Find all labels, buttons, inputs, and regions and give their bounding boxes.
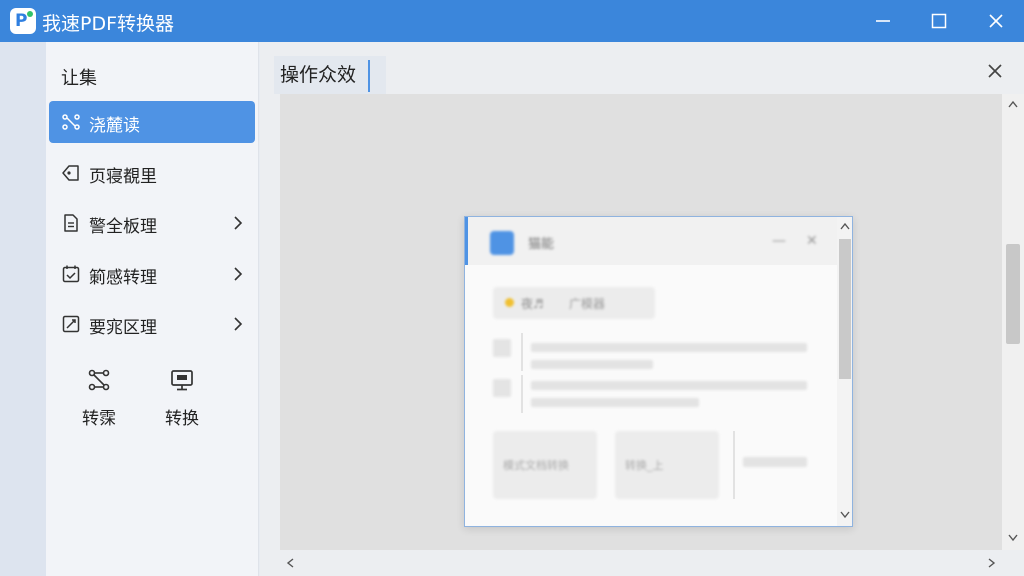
preview-card: 转换_上 — [615, 431, 719, 499]
sidebar-item-label: 警全板理 — [89, 217, 157, 237]
chevron-right-icon — [234, 317, 243, 331]
preview-text-bar — [743, 457, 807, 467]
sidebar-item-label: 浇麓读 — [89, 116, 140, 136]
sidebar-item-4[interactable]: 要宨区理 — [49, 303, 255, 345]
preview-minimize-icon: — — [772, 233, 786, 249]
app-logo-dot — [27, 11, 33, 17]
close-icon — [989, 14, 1003, 28]
minimize-icon — [876, 20, 890, 22]
calendar-check-icon — [62, 265, 80, 283]
preview-text-bar — [531, 343, 807, 352]
edit-square-icon — [62, 315, 80, 333]
tool-convert-1[interactable]: 转霂 — [69, 368, 129, 438]
preview-window: 猫能 — ✕ 夜♬ 广模器 模式文档转换 转换_上 — [464, 216, 853, 527]
app-logo-letter: P — [15, 11, 28, 31]
preview-scrollbar — [837, 217, 852, 526]
vertical-scrollbar[interactable] — [1002, 94, 1024, 550]
close-tab-icon[interactable] — [986, 62, 1004, 80]
sidebar-item-label: 箣感转理 — [89, 268, 157, 288]
scroll-down-icon — [840, 511, 850, 519]
preview-chip: 夜♬ 广模器 — [493, 287, 655, 319]
app-logo: P — [10, 8, 36, 34]
preview-card: 模式文档转换 — [493, 431, 597, 499]
scroll-right-icon[interactable] — [988, 558, 996, 568]
sidebar-heading: 让集 — [61, 68, 97, 89]
chevron-right-icon — [234, 216, 243, 230]
preview-close-icon: ✕ — [806, 233, 818, 249]
chip-dot — [505, 298, 514, 307]
sidebar-item-1[interactable]: 页寝覩里 — [49, 152, 255, 194]
preview-divider — [521, 375, 523, 413]
document-icon — [64, 214, 78, 232]
sidebar-item-3[interactable]: 箣感转理 — [49, 253, 255, 295]
preview-window-title: 猫能 — [528, 237, 555, 252]
sidebar-item-label: 页寝覩里 — [89, 167, 157, 187]
scroll-down-icon[interactable] — [1008, 534, 1018, 542]
preview-text-bar — [531, 381, 807, 390]
sidebar-item-0[interactable]: 浇麓读 — [49, 101, 255, 143]
horizontal-scrollbar[interactable] — [280, 550, 1024, 576]
tool-label: 转换 — [165, 409, 199, 429]
tool-label: 转霂 — [82, 409, 116, 429]
main-panel: 操作众效 猫能 — ✕ 夜♬ 广模器 模式文档转换 转换_上 — [260, 42, 1024, 576]
close-window-button[interactable] — [968, 0, 1024, 42]
card-text: 转换_上 — [625, 459, 664, 472]
left-strip — [0, 42, 46, 576]
preview-canvas[interactable]: 猫能 — ✕ 夜♬ 广模器 模式文档转换 转换_上 — [280, 94, 1002, 550]
sidebar: 让集 浇麓读 页寝覩里 警全板理 箣感转理 要宨区理 转霂 转换 — [46, 42, 259, 576]
preview-divider — [521, 333, 523, 371]
card-text: 模式文档转换 — [503, 459, 569, 472]
sidebar-item-label: 要宨区理 — [89, 318, 157, 338]
maximize-button[interactable] — [911, 0, 967, 42]
chip-text: 广模器 — [569, 297, 606, 311]
preview-text-bar — [531, 398, 699, 407]
chevron-right-icon — [234, 267, 243, 281]
scroll-left-icon[interactable] — [286, 558, 294, 568]
flow-nodes-icon — [88, 369, 110, 391]
preview-window-header: 猫能 — ✕ — [465, 217, 837, 265]
preview-text-bar — [531, 360, 653, 369]
sidebar-item-2[interactable]: 警全板理 — [49, 202, 255, 244]
preview-checkbox — [493, 339, 511, 357]
app-title: 我速PDF转换器 — [42, 13, 175, 35]
tab-label: 操作众效 — [280, 64, 357, 86]
scatter-nodes-icon — [62, 114, 80, 130]
scroll-thumb[interactable] — [1006, 244, 1020, 344]
tool-convert-2[interactable]: 转换 — [152, 368, 212, 438]
maximize-icon — [931, 13, 947, 29]
preview-app-icon — [490, 231, 514, 255]
title-bar: P 我速PDF转换器 — [0, 0, 1024, 42]
monitor-icon — [171, 370, 193, 391]
tag-icon — [62, 165, 79, 181]
preview-checkbox — [493, 379, 511, 397]
tab-operations[interactable]: 操作众效 — [280, 60, 371, 92]
preview-divider — [733, 431, 735, 499]
scroll-up-icon — [840, 222, 850, 230]
chip-text: 夜♬ — [521, 297, 544, 311]
scroll-up-icon[interactable] — [1008, 100, 1018, 108]
minimize-button[interactable] — [855, 0, 911, 42]
preview-scroll-thumb — [839, 239, 851, 379]
